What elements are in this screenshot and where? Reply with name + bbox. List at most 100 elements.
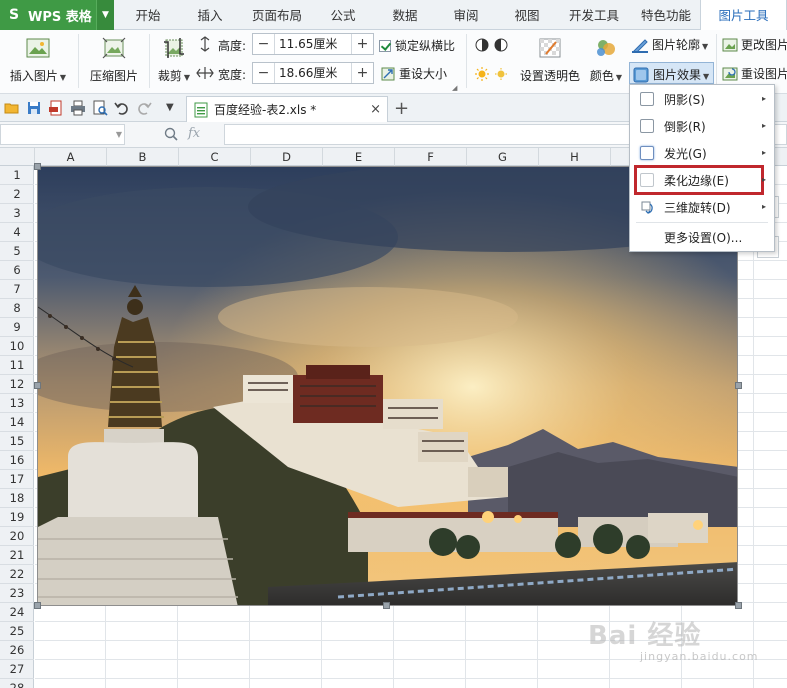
app-menu-caret-icon[interactable]: ▼: [96, 0, 114, 30]
name-box[interactable]: ▼: [0, 124, 125, 145]
column-header[interactable]: E: [323, 148, 395, 166]
row-header[interactable]: 4: [0, 223, 34, 242]
resize-handle-top-left[interactable]: [34, 163, 41, 170]
tab-review[interactable]: 审阅: [441, 0, 491, 30]
tab-view[interactable]: 视图: [502, 0, 552, 30]
row-header[interactable]: 13: [0, 394, 34, 413]
row-header[interactable]: 22: [0, 565, 34, 584]
row-header[interactable]: 18: [0, 489, 34, 508]
column-header[interactable]: C: [179, 148, 251, 166]
row-header[interactable]: 10: [0, 337, 34, 356]
tab-formulas[interactable]: 公式: [318, 0, 368, 30]
menu-item-reflection[interactable]: 倒影(R) ▸: [630, 113, 774, 139]
column-header[interactable]: A: [35, 148, 107, 166]
tab-special-features[interactable]: 特色功能: [634, 0, 698, 30]
size-dialog-launcher-icon[interactable]: ◢: [452, 84, 457, 92]
print-icon[interactable]: [70, 100, 86, 116]
set-transparent-color-button[interactable]: 设置透明色: [516, 36, 584, 84]
picture-color-button[interactable]: 颜色 ▼: [586, 36, 626, 84]
compress-picture-button[interactable]: 压缩图片: [84, 36, 144, 84]
save-icon[interactable]: [26, 100, 42, 116]
tab-picture-tools[interactable]: 图片工具: [700, 0, 787, 31]
lock-aspect-ratio-checkbox[interactable]: 锁定纵横比: [379, 37, 455, 54]
row-header[interactable]: 27: [0, 660, 34, 679]
resize-handle-middle-left[interactable]: [34, 382, 41, 389]
insert-function-icon[interactable]: fx: [188, 126, 200, 141]
row-header[interactable]: 12: [0, 375, 34, 394]
menu-item-soft-edges[interactable]: 柔化边缘(E): [634, 165, 764, 195]
row-header[interactable]: 1: [0, 166, 34, 185]
export-pdf-icon[interactable]: [48, 100, 64, 116]
open-folder-icon[interactable]: [4, 100, 20, 116]
redo-icon[interactable]: [136, 100, 152, 116]
brightness-icon[interactable]: [474, 66, 510, 82]
contrast-icon[interactable]: [474, 37, 510, 53]
height-stepper[interactable]: − 11.65厘米 +: [252, 33, 374, 55]
row-header[interactable]: 11: [0, 356, 34, 375]
reset-size-button[interactable]: 重设大小: [380, 65, 447, 82]
row-header[interactable]: 14: [0, 413, 34, 432]
row-header[interactable]: 28: [0, 679, 34, 688]
column-header[interactable]: D: [251, 148, 323, 166]
width-stepper[interactable]: − 18.66厘米 +: [252, 62, 374, 84]
row-header[interactable]: 26: [0, 641, 34, 660]
width-increase-button[interactable]: +: [351, 63, 373, 83]
tab-developer[interactable]: 开发工具: [562, 0, 626, 30]
row-header[interactable]: 21: [0, 546, 34, 565]
row-header[interactable]: 24: [0, 603, 34, 622]
row-header[interactable]: 8: [0, 299, 34, 318]
undo-icon[interactable]: [114, 100, 130, 116]
height-decrease-button[interactable]: −: [253, 34, 275, 54]
print-preview-icon[interactable]: [92, 100, 108, 116]
row-header[interactable]: 23: [0, 584, 34, 603]
column-header[interactable]: B: [107, 148, 179, 166]
change-picture-button[interactable]: 更改图片: [722, 36, 787, 53]
column-header[interactable]: H: [539, 148, 611, 166]
row-header[interactable]: 5: [0, 242, 34, 261]
menu-item-3d-rotation[interactable]: 三维旋转(D) ▸: [630, 194, 774, 220]
resize-handle-bottom-right[interactable]: [735, 602, 742, 609]
row-header[interactable]: 19: [0, 508, 34, 527]
picture-color-caret-icon: ▼: [615, 73, 623, 82]
row-header[interactable]: 7: [0, 280, 34, 299]
tab-data[interactable]: 数据: [380, 0, 430, 30]
select-all-corner[interactable]: [0, 148, 35, 166]
row-header[interactable]: 15: [0, 432, 34, 451]
column-header[interactable]: G: [467, 148, 539, 166]
row-header[interactable]: 3: [0, 204, 34, 223]
row-header[interactable]: 9: [0, 318, 34, 337]
picture-outline-button[interactable]: 图片轮廓 ▼: [632, 36, 708, 54]
resize-handle-bottom-middle[interactable]: [383, 602, 390, 609]
menu-item-shadow[interactable]: 阴影(S) ▸: [630, 86, 774, 112]
width-decrease-button[interactable]: −: [253, 63, 275, 83]
customize-toolbar-caret-icon[interactable]: ▼: [166, 102, 182, 118]
app-menu-button[interactable]: S WPS 表格 ▼: [0, 0, 114, 30]
picture-effects-label: 图片效果: [653, 68, 702, 82]
row-header[interactable]: 16: [0, 451, 34, 470]
resize-handle-middle-right[interactable]: [735, 382, 742, 389]
row-header[interactable]: 2: [0, 185, 34, 204]
menu-item-glow[interactable]: 发光(G) ▸: [630, 140, 774, 166]
insert-picture-button[interactable]: 插入图片 ▼: [6, 36, 70, 84]
height-increase-button[interactable]: +: [351, 34, 373, 54]
resize-handle-bottom-left[interactable]: [34, 602, 41, 609]
document-tab[interactable]: 百度经验-表2.xls * ×: [186, 96, 388, 122]
crop-button[interactable]: 裁剪 ▼: [154, 36, 194, 84]
width-input[interactable]: 18.66厘米: [275, 63, 351, 83]
close-tab-icon[interactable]: ×: [370, 102, 381, 117]
new-tab-button[interactable]: +: [394, 98, 409, 119]
picture-effects-button[interactable]: 图片效果 ▼: [629, 62, 714, 84]
zoom-search-icon[interactable]: [164, 127, 178, 141]
row-header[interactable]: 25: [0, 622, 34, 641]
reset-picture-button[interactable]: 重设图片: [722, 65, 787, 82]
row-header[interactable]: 20: [0, 527, 34, 546]
row-header[interactable]: 6: [0, 261, 34, 280]
tab-page-layout[interactable]: 页面布局: [246, 0, 308, 30]
tab-home[interactable]: 开始: [122, 0, 174, 30]
name-box-caret-icon[interactable]: ▼: [116, 130, 122, 139]
row-header[interactable]: 17: [0, 470, 34, 489]
tab-insert[interactable]: 插入: [184, 0, 236, 30]
menu-item-more-settings[interactable]: 更多设置(O)...: [630, 224, 774, 250]
height-input[interactable]: 11.65厘米: [275, 34, 351, 54]
column-header[interactable]: F: [395, 148, 467, 166]
